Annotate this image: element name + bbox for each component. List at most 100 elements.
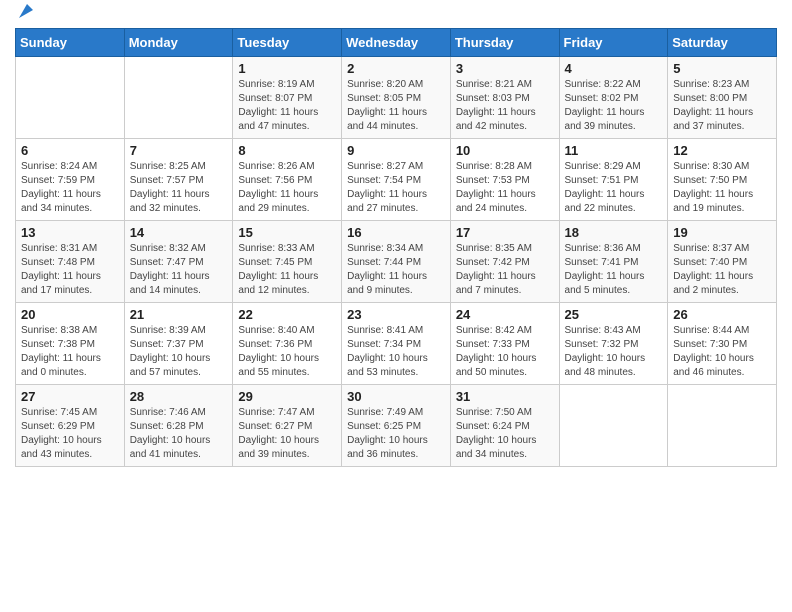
day-detail: Sunrise: 7:45 AM Sunset: 6:29 PM Dayligh…	[21, 406, 119, 462]
day-detail: Sunrise: 8:32 AM Sunset: 7:47 PM Dayligh…	[130, 242, 228, 298]
logo	[15, 16, 35, 20]
day-number: 16	[347, 225, 445, 240]
day-detail: Sunrise: 8:30 AM Sunset: 7:50 PM Dayligh…	[673, 160, 771, 216]
day-cell: 27 Sunrise: 7:45 AM Sunset: 6:29 PM Dayli…	[16, 385, 125, 467]
day-number: 24	[456, 307, 554, 322]
day-number: 9	[347, 143, 445, 158]
day-detail: Sunrise: 8:38 AM Sunset: 7:38 PM Dayligh…	[21, 324, 119, 380]
day-number: 28	[130, 389, 228, 404]
day-number: 25	[565, 307, 663, 322]
day-number: 21	[130, 307, 228, 322]
day-cell: 17 Sunrise: 8:35 AM Sunset: 7:42 PM Dayli…	[450, 221, 559, 303]
col-header-tuesday: Tuesday	[233, 29, 342, 57]
day-detail: Sunrise: 8:27 AM Sunset: 7:54 PM Dayligh…	[347, 160, 445, 216]
day-number: 13	[21, 225, 119, 240]
day-cell: 4 Sunrise: 8:22 AM Sunset: 8:02 PM Daylig…	[559, 57, 668, 139]
header	[15, 10, 777, 20]
day-detail: Sunrise: 8:28 AM Sunset: 7:53 PM Dayligh…	[456, 160, 554, 216]
day-number: 3	[456, 61, 554, 76]
day-number: 5	[673, 61, 771, 76]
col-header-monday: Monday	[124, 29, 233, 57]
day-cell: 5 Sunrise: 8:23 AM Sunset: 8:00 PM Daylig…	[668, 57, 777, 139]
day-number: 18	[565, 225, 663, 240]
day-number: 4	[565, 61, 663, 76]
day-cell: 30 Sunrise: 7:49 AM Sunset: 6:25 PM Dayli…	[342, 385, 451, 467]
day-number: 11	[565, 143, 663, 158]
day-cell: 11 Sunrise: 8:29 AM Sunset: 7:51 PM Dayli…	[559, 139, 668, 221]
day-detail: Sunrise: 8:21 AM Sunset: 8:03 PM Dayligh…	[456, 78, 554, 134]
day-cell: 24 Sunrise: 8:42 AM Sunset: 7:33 PM Dayli…	[450, 303, 559, 385]
day-number: 23	[347, 307, 445, 322]
day-cell: 9 Sunrise: 8:27 AM Sunset: 7:54 PM Daylig…	[342, 139, 451, 221]
week-row-3: 13 Sunrise: 8:31 AM Sunset: 7:48 PM Dayli…	[16, 221, 777, 303]
day-detail: Sunrise: 7:49 AM Sunset: 6:25 PM Dayligh…	[347, 406, 445, 462]
day-cell	[668, 385, 777, 467]
day-cell: 3 Sunrise: 8:21 AM Sunset: 8:03 PM Daylig…	[450, 57, 559, 139]
week-row-1: 1 Sunrise: 8:19 AM Sunset: 8:07 PM Daylig…	[16, 57, 777, 139]
day-detail: Sunrise: 8:39 AM Sunset: 7:37 PM Dayligh…	[130, 324, 228, 380]
day-detail: Sunrise: 8:24 AM Sunset: 7:59 PM Dayligh…	[21, 160, 119, 216]
day-number: 27	[21, 389, 119, 404]
day-detail: Sunrise: 7:46 AM Sunset: 6:28 PM Dayligh…	[130, 406, 228, 462]
day-detail: Sunrise: 8:29 AM Sunset: 7:51 PM Dayligh…	[565, 160, 663, 216]
day-detail: Sunrise: 8:37 AM Sunset: 7:40 PM Dayligh…	[673, 242, 771, 298]
day-detail: Sunrise: 8:25 AM Sunset: 7:57 PM Dayligh…	[130, 160, 228, 216]
day-cell: 22 Sunrise: 8:40 AM Sunset: 7:36 PM Dayli…	[233, 303, 342, 385]
day-cell: 29Sunrise: 7:47 AM Sunset: 6:27 PM Dayli…	[233, 385, 342, 467]
day-detail: Sunrise: 8:23 AM Sunset: 8:00 PM Dayligh…	[673, 78, 771, 134]
day-cell: 8 Sunrise: 8:26 AM Sunset: 7:56 PM Daylig…	[233, 139, 342, 221]
day-number: 2	[347, 61, 445, 76]
day-cell: 20 Sunrise: 8:38 AM Sunset: 7:38 PM Dayli…	[16, 303, 125, 385]
day-detail: Sunrise: 8:35 AM Sunset: 7:42 PM Dayligh…	[456, 242, 554, 298]
day-detail: Sunrise: 7:47 AM Sunset: 6:27 PM Dayligh…	[238, 406, 336, 462]
day-cell: 21 Sunrise: 8:39 AM Sunset: 7:37 PM Dayli…	[124, 303, 233, 385]
day-detail: Sunrise: 7:50 AM Sunset: 6:24 PM Dayligh…	[456, 406, 554, 462]
day-number: 20	[21, 307, 119, 322]
day-detail: Sunrise: 8:36 AM Sunset: 7:41 PM Dayligh…	[565, 242, 663, 298]
day-number: 15	[238, 225, 336, 240]
day-cell: 23 Sunrise: 8:41 AM Sunset: 7:34 PM Dayli…	[342, 303, 451, 385]
day-number: 10	[456, 143, 554, 158]
day-cell	[124, 57, 233, 139]
day-detail: Sunrise: 8:34 AM Sunset: 7:44 PM Dayligh…	[347, 242, 445, 298]
col-header-friday: Friday	[559, 29, 668, 57]
day-cell: 16 Sunrise: 8:34 AM Sunset: 7:44 PM Dayli…	[342, 221, 451, 303]
day-detail: Sunrise: 8:41 AM Sunset: 7:34 PM Dayligh…	[347, 324, 445, 380]
day-cell: 28 Sunrise: 7:46 AM Sunset: 6:28 PM Dayli…	[124, 385, 233, 467]
day-detail: Sunrise: 8:31 AM Sunset: 7:48 PM Dayligh…	[21, 242, 119, 298]
day-cell: 10 Sunrise: 8:28 AM Sunset: 7:53 PM Dayli…	[450, 139, 559, 221]
day-cell: 31 Sunrise: 7:50 AM Sunset: 6:24 PM Dayli…	[450, 385, 559, 467]
day-cell: 26Sunrise: 8:44 AM Sunset: 7:30 PM Dayli…	[668, 303, 777, 385]
day-number: 14	[130, 225, 228, 240]
day-cell	[16, 57, 125, 139]
day-detail: Sunrise: 8:26 AM Sunset: 7:56 PM Dayligh…	[238, 160, 336, 216]
day-detail: Sunrise: 8:22 AM Sunset: 8:02 PM Dayligh…	[565, 78, 663, 134]
day-number: 22	[238, 307, 336, 322]
day-detail: Sunrise: 8:42 AM Sunset: 7:33 PM Dayligh…	[456, 324, 554, 380]
header-row: SundayMondayTuesdayWednesdayThursdayFrid…	[16, 29, 777, 57]
day-cell: 12 Sunrise: 8:30 AM Sunset: 7:50 PM Dayli…	[668, 139, 777, 221]
day-number: 30	[347, 389, 445, 404]
day-detail: Sunrise: 8:43 AM Sunset: 7:32 PM Dayligh…	[565, 324, 663, 380]
day-detail: Sunrise: 8:44 AM Sunset: 7:30 PM Dayligh…	[673, 324, 771, 380]
day-number: 12	[673, 143, 771, 158]
day-cell: 14 Sunrise: 8:32 AM Sunset: 7:47 PM Dayli…	[124, 221, 233, 303]
col-header-thursday: Thursday	[450, 29, 559, 57]
col-header-saturday: Saturday	[668, 29, 777, 57]
day-cell: 1 Sunrise: 8:19 AM Sunset: 8:07 PM Daylig…	[233, 57, 342, 139]
logo-icon	[17, 2, 35, 20]
day-number: 1	[238, 61, 336, 76]
col-header-wednesday: Wednesday	[342, 29, 451, 57]
week-row-2: 6Sunrise: 8:24 AM Sunset: 7:59 PM Daylig…	[16, 139, 777, 221]
day-detail: Sunrise: 8:20 AM Sunset: 8:05 PM Dayligh…	[347, 78, 445, 134]
page: SundayMondayTuesdayWednesdayThursdayFrid…	[0, 0, 792, 612]
day-number: 7	[130, 143, 228, 158]
day-cell: 13 Sunrise: 8:31 AM Sunset: 7:48 PM Dayli…	[16, 221, 125, 303]
day-cell: 7 Sunrise: 8:25 AM Sunset: 7:57 PM Daylig…	[124, 139, 233, 221]
day-detail: Sunrise: 8:19 AM Sunset: 8:07 PM Dayligh…	[238, 78, 336, 134]
day-detail: Sunrise: 8:40 AM Sunset: 7:36 PM Dayligh…	[238, 324, 336, 380]
day-number: 19	[673, 225, 771, 240]
day-number: 8	[238, 143, 336, 158]
day-number: 17	[456, 225, 554, 240]
day-number: 31	[456, 389, 554, 404]
